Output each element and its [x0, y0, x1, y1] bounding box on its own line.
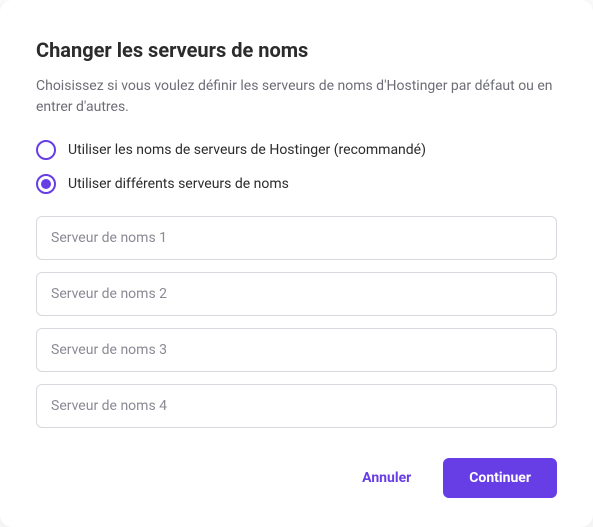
- radio-option-custom[interactable]: Utiliser différents serveurs de noms: [36, 174, 557, 194]
- nameserver-input-2[interactable]: [36, 272, 557, 316]
- radio-label: Utiliser les noms de serveurs de Hosting…: [68, 142, 426, 158]
- modal-description: Choisissez si vous voulez définir les se…: [36, 76, 557, 118]
- cancel-button[interactable]: Annuler: [358, 462, 415, 494]
- nameserver-input-3[interactable]: [36, 328, 557, 372]
- nameserver-modal: Changer les serveurs de noms Choisissez …: [0, 0, 593, 527]
- nameserver-radio-group: Utiliser les noms de serveurs de Hosting…: [36, 140, 557, 194]
- modal-footer: Annuler Continuer: [36, 458, 557, 498]
- nameserver-input-4[interactable]: [36, 384, 557, 428]
- radio-icon: [36, 174, 56, 194]
- nameserver-input-1[interactable]: [36, 216, 557, 260]
- radio-option-hostinger[interactable]: Utiliser les noms de serveurs de Hosting…: [36, 140, 557, 160]
- continue-button[interactable]: Continuer: [443, 458, 557, 498]
- modal-title: Changer les serveurs de noms: [36, 38, 557, 62]
- radio-icon: [36, 140, 56, 160]
- nameserver-inputs: [36, 216, 557, 428]
- radio-label: Utiliser différents serveurs de noms: [68, 176, 289, 192]
